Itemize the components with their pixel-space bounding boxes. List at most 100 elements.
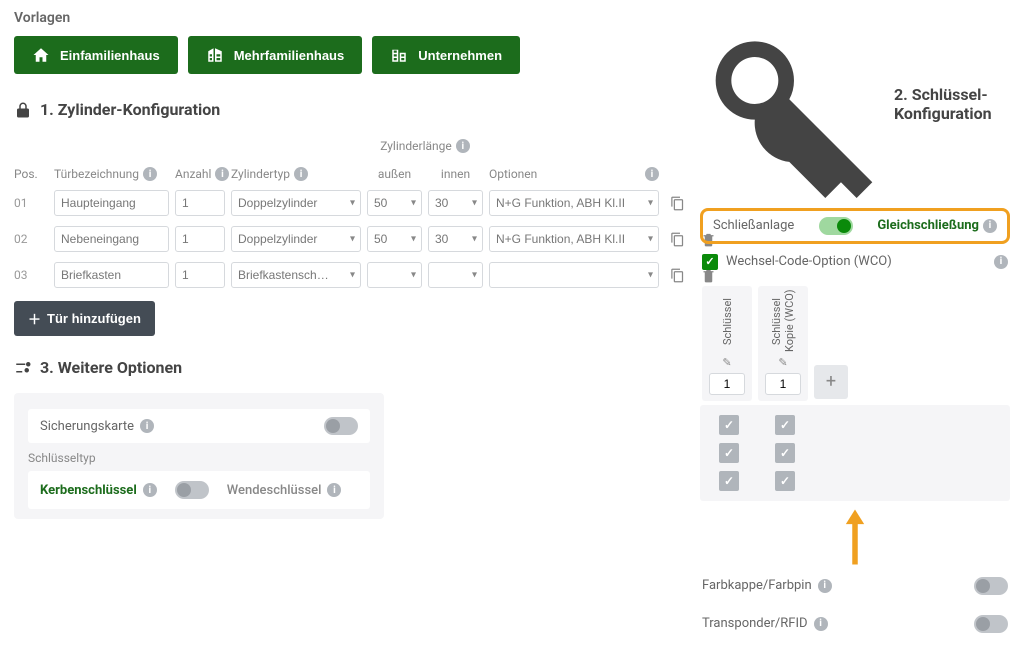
door-name-input[interactable] — [54, 262, 169, 288]
security-card-label: Sicherungskarte — [40, 419, 134, 434]
options-select[interactable] — [489, 262, 659, 288]
keytype-toggle[interactable] — [175, 481, 209, 499]
key-matrix: Schlüssel ✎ Schlüssel Kopie (WCO) ✎ + — [700, 282, 1010, 501]
template-label: Mehrfamilienhaus — [234, 48, 345, 63]
matrix-checkbox[interactable] — [775, 471, 795, 491]
qty-input[interactable] — [175, 226, 225, 252]
th-pos: Pos. — [14, 167, 48, 181]
security-card-toggle[interactable] — [324, 417, 358, 435]
th-type: Zylindertypi — [231, 167, 361, 181]
transponder-label: Transponder/RFID — [702, 616, 808, 631]
options-box: Sicherungskarte i Schlüsseltyp Kerbenschl… — [14, 393, 384, 519]
key-icon — [700, 10, 888, 198]
templates-title: Vorlagen — [14, 10, 688, 26]
inner-select[interactable] — [428, 190, 483, 216]
pencil-icon[interactable]: ✎ — [722, 356, 731, 369]
matrix-checkbox[interactable] — [775, 415, 795, 435]
cylinder-type-select[interactable] — [231, 262, 361, 288]
template-label: Einfamilienhaus — [60, 48, 160, 63]
key-col-label: Schlüssel Kopie (WCO) — [770, 292, 796, 352]
info-icon[interactable]: i — [645, 167, 659, 181]
mode-toggle[interactable] — [819, 217, 853, 235]
template-btn-einfamilienhaus[interactable]: Einfamilienhaus — [14, 36, 178, 74]
template-label: Unternehmen — [418, 48, 502, 63]
info-icon[interactable]: i — [294, 167, 308, 181]
matrix-row — [702, 467, 1008, 495]
matrix-checkbox[interactable] — [775, 443, 795, 463]
info-icon[interactable]: i — [143, 167, 157, 181]
info-icon[interactable]: i — [818, 579, 832, 593]
building-icon — [206, 46, 224, 64]
key-col-wco: Schlüssel Kopie (WCO) ✎ — [758, 286, 808, 401]
info-icon[interactable]: i — [814, 617, 828, 631]
info-icon[interactable]: i — [456, 139, 470, 153]
matrix-row — [702, 439, 1008, 467]
outer-select[interactable] — [367, 226, 422, 252]
qty-input[interactable] — [175, 262, 225, 288]
info-icon[interactable]: i — [143, 483, 157, 497]
highlight-arrow — [700, 507, 1010, 567]
info-icon[interactable]: i — [215, 167, 229, 181]
table-row: 01 — [14, 185, 688, 221]
matrix-checkbox[interactable] — [719, 471, 739, 491]
th-door: Türbezeichnungi — [54, 167, 169, 181]
options-select[interactable] — [489, 226, 659, 252]
keytype-a[interactable]: Kerbenschlüssel — [40, 483, 137, 498]
key-qty-input-2[interactable] — [765, 373, 801, 395]
matrix-checkbox[interactable] — [719, 443, 739, 463]
outer-select[interactable] — [367, 262, 422, 288]
add-key-column-button[interactable]: + — [814, 365, 848, 399]
sliders-icon — [14, 359, 32, 377]
cylinder-type-select[interactable] — [231, 226, 361, 252]
table-row: 03 — [14, 257, 688, 293]
mode-schlieSSanlage[interactable]: Schließanlage — [713, 218, 794, 233]
key-col-label: Schlüssel — [721, 292, 734, 352]
info-icon[interactable]: i — [327, 483, 341, 497]
templates-row: Einfamilienhaus Mehrfamilienhaus Unterne… — [14, 36, 688, 74]
copy-row-button[interactable] — [665, 266, 690, 285]
farbkappe-toggle[interactable] — [974, 577, 1008, 595]
add-door-label: Tür hinzufügen — [47, 311, 141, 326]
th-options: Optioneni — [489, 167, 659, 181]
key-qty-input-1[interactable] — [709, 373, 745, 395]
copy-row-button[interactable] — [665, 194, 690, 213]
door-name-input[interactable] — [54, 226, 169, 252]
info-icon[interactable]: i — [983, 219, 997, 233]
add-door-button[interactable]: ＋ Tür hinzufügen — [14, 301, 155, 336]
inner-select[interactable] — [428, 226, 483, 252]
matrix-checkbox[interactable] — [719, 415, 739, 435]
plus-icon: ＋ — [28, 309, 41, 328]
th-qty: Anzahli — [175, 167, 225, 181]
template-btn-mehrfamilienhaus[interactable]: Mehrfamilienhaus — [188, 36, 363, 74]
row-pos: 03 — [14, 268, 48, 282]
copy-row-button[interactable] — [665, 230, 690, 249]
key-col-schluessel: Schlüssel ✎ — [702, 286, 752, 401]
transponder-toggle[interactable] — [974, 615, 1008, 633]
wco-label: Wechsel-Code-Option (WCO) — [726, 254, 892, 269]
outer-select[interactable] — [367, 190, 422, 216]
house-icon — [32, 46, 50, 64]
lock-icon — [14, 101, 32, 119]
template-btn-unternehmen[interactable]: Unternehmen — [372, 36, 520, 74]
info-icon[interactable]: i — [994, 255, 1008, 269]
wco-row: Wechsel-Code-Option (WCO) i — [700, 250, 1010, 274]
info-icon[interactable]: i — [140, 419, 154, 433]
mode-gleichschliessung[interactable]: Gleichschließung — [877, 218, 979, 233]
cylinder-type-select[interactable] — [231, 190, 361, 216]
options-select[interactable] — [489, 190, 659, 216]
keytype-b[interactable]: Wendeschlüssel — [227, 483, 322, 498]
th-outer: außen — [367, 167, 422, 181]
wco-checkbox[interactable] — [702, 254, 718, 270]
qty-input[interactable] — [175, 190, 225, 216]
length-group-label: Zylinderlängei — [367, 139, 483, 153]
company-icon — [390, 46, 408, 64]
pencil-icon[interactable]: ✎ — [778, 356, 787, 369]
security-card-row: Sicherungskarte i — [28, 409, 370, 443]
step2-header: 2. Schlüssel-Konfiguration — [700, 10, 1010, 198]
door-name-input[interactable] — [54, 190, 169, 216]
keytype-label: Schlüsseltyp — [28, 451, 370, 465]
inner-select[interactable] — [428, 262, 483, 288]
step3-header: 3. Weitere Optionen — [14, 358, 688, 377]
keytype-row: Kerbenschlüssel i Wendeschlüssel i — [28, 471, 370, 509]
cylinder-table: Zylinderlängei Pos. Türbezeichnungi Anza… — [14, 135, 688, 293]
